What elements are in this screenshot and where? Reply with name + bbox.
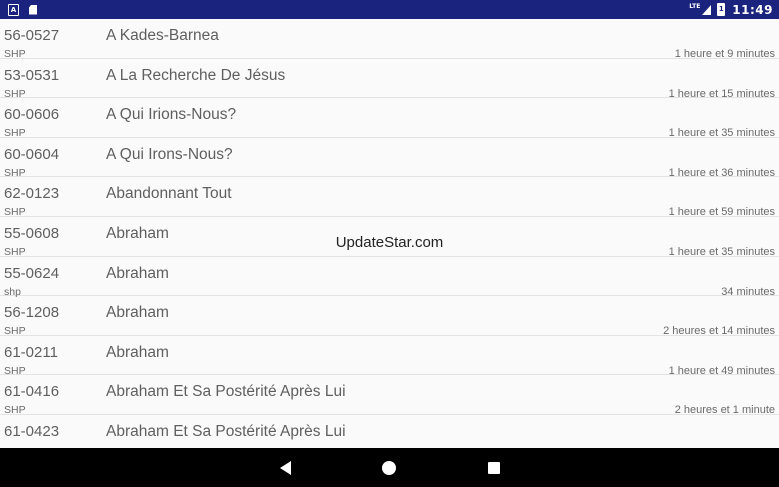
- list-item[interactable]: 60-0606 A Qui Irions-Nous? SHP 1 heure e…: [0, 98, 779, 139]
- a-notification-icon: A: [8, 3, 19, 16]
- sermon-title: A Qui Irions-Nous?: [106, 106, 237, 124]
- signal-icon: [702, 4, 712, 15]
- sermon-code: 56-1208: [4, 304, 60, 322]
- recents-icon: [488, 462, 500, 474]
- sermon-code: 61-0416: [4, 383, 60, 401]
- lte-indicator: LTE: [689, 3, 701, 10]
- sermon-code: 61-0423: [4, 422, 60, 440]
- list-item[interactable]: 53-0531 A La Recherche De Jésus SHP 1 he…: [0, 59, 779, 100]
- clock: 11:49: [732, 2, 773, 17]
- back-button[interactable]: [280, 460, 296, 476]
- list-item[interactable]: 60-0604 A Qui Irons-Nous? SHP 1 heure et…: [0, 138, 779, 179]
- sermon-title: A Kades-Barnea: [106, 27, 219, 44]
- sermon-code: 60-0604: [4, 145, 60, 163]
- sermon-title: Abraham Et Sa Postérité Après Lui: [106, 422, 346, 440]
- list-item[interactable]: 55-0608 Abraham SHP 1 heure et 35 minute…: [0, 217, 779, 258]
- sermon-code: 55-0624: [4, 264, 60, 282]
- sermon-code: 55-0608: [4, 224, 60, 242]
- sermon-title: Abraham: [106, 224, 169, 242]
- list-item[interactable]: 56-1208 Abraham SHP 2 heures et 14 minut…: [0, 296, 779, 337]
- status-bar: A LTE 1 11:49: [0, 0, 779, 19]
- sd-card-icon: [29, 4, 37, 15]
- list-item[interactable]: 61-0211 Abraham SHP 1 heure et 49 minute…: [0, 336, 779, 377]
- status-bar-right: LTE 1 11:49: [689, 3, 773, 17]
- sermon-code: 62-0123: [4, 185, 60, 203]
- home-icon: [382, 461, 396, 475]
- recents-button[interactable]: [486, 460, 502, 476]
- list-item[interactable]: 62-0123 Abandonnant Tout SHP 1 heure et …: [0, 177, 779, 218]
- status-bar-left: A: [8, 3, 37, 16]
- sermon-code: 60-0606: [4, 106, 60, 124]
- back-icon: [280, 461, 291, 475]
- sermon-code: 53-0531: [4, 66, 60, 84]
- home-button[interactable]: [381, 460, 397, 476]
- sermon-title: A Qui Irons-Nous?: [106, 145, 233, 163]
- sermon-title: Abraham: [106, 304, 169, 322]
- sermon-list[interactable]: 56-0527 A Kades-Barnea SHP 1 heure et 9 …: [0, 19, 779, 448]
- navigation-bar: [0, 448, 779, 487]
- sermon-title: Abraham: [106, 264, 169, 282]
- list-item[interactable]: 61-0423 Abraham Et Sa Postérité Après Lu…: [0, 415, 779, 448]
- sermon-title: Abraham Et Sa Postérité Après Lui: [106, 383, 346, 401]
- list-item[interactable]: 56-0527 A Kades-Barnea SHP 1 heure et 9 …: [0, 19, 779, 60]
- list-item[interactable]: 61-0416 Abraham Et Sa Postérité Après Lu…: [0, 375, 779, 416]
- sermon-title: Abandonnant Tout: [106, 185, 232, 203]
- sermon-title: A La Recherche De Jésus: [106, 66, 286, 84]
- sermon-code: 61-0211: [4, 343, 58, 361]
- sermon-title: Abraham: [106, 343, 169, 361]
- battery-icon: 1: [717, 3, 726, 16]
- list-item[interactable]: 55-0624 Abraham shp 34 minutes: [0, 257, 779, 298]
- sermon-code: 56-0527: [4, 27, 60, 44]
